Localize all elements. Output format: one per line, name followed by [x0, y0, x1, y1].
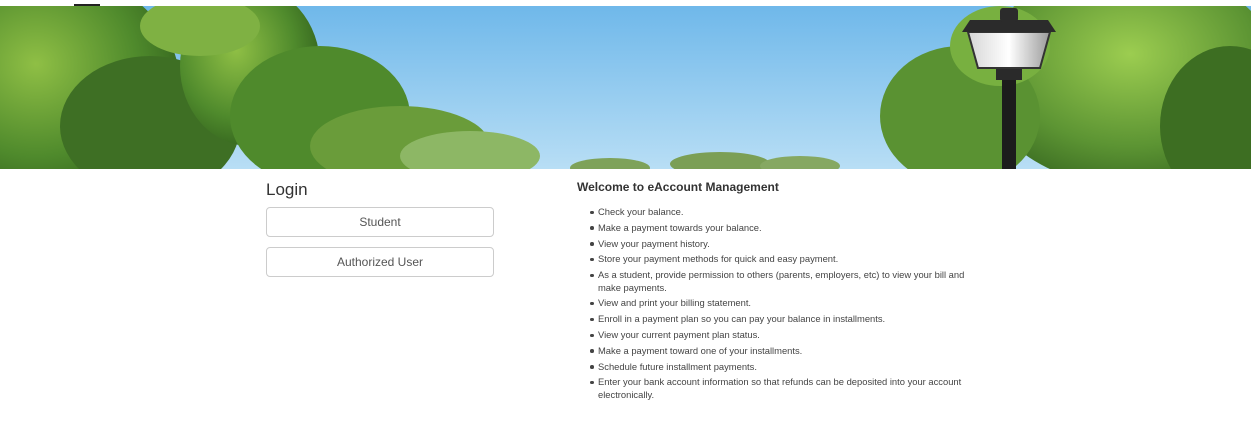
feature-item: View your current payment plan status. — [590, 329, 981, 342]
feature-item: Make a payment towards your balance. — [590, 222, 981, 235]
feature-item: Schedule future installment payments. — [590, 361, 981, 374]
authorized-user-login-button[interactable]: Authorized User — [266, 247, 494, 277]
login-title: Login — [266, 180, 308, 199]
feature-item: Store your payment methods for quick and… — [590, 253, 981, 266]
feature-item: Enter your bank account information so t… — [590, 376, 981, 401]
feature-item: View your payment history. — [590, 238, 981, 251]
feature-item: As a student, provide permission to othe… — [590, 269, 981, 294]
feature-item: View and print your billing statement. — [590, 297, 981, 310]
feature-item: Check your balance. — [590, 206, 981, 219]
feature-item: Enroll in a payment plan so you can pay … — [590, 313, 981, 326]
welcome-title: Welcome to eAccount Management — [577, 180, 779, 194]
student-login-button[interactable]: Student — [266, 207, 494, 237]
feature-item: Make a payment toward one of your instal… — [590, 345, 981, 358]
feature-list: Check your balance. Make a payment towar… — [569, 206, 991, 405]
campus-banner-image — [0, 6, 1251, 169]
